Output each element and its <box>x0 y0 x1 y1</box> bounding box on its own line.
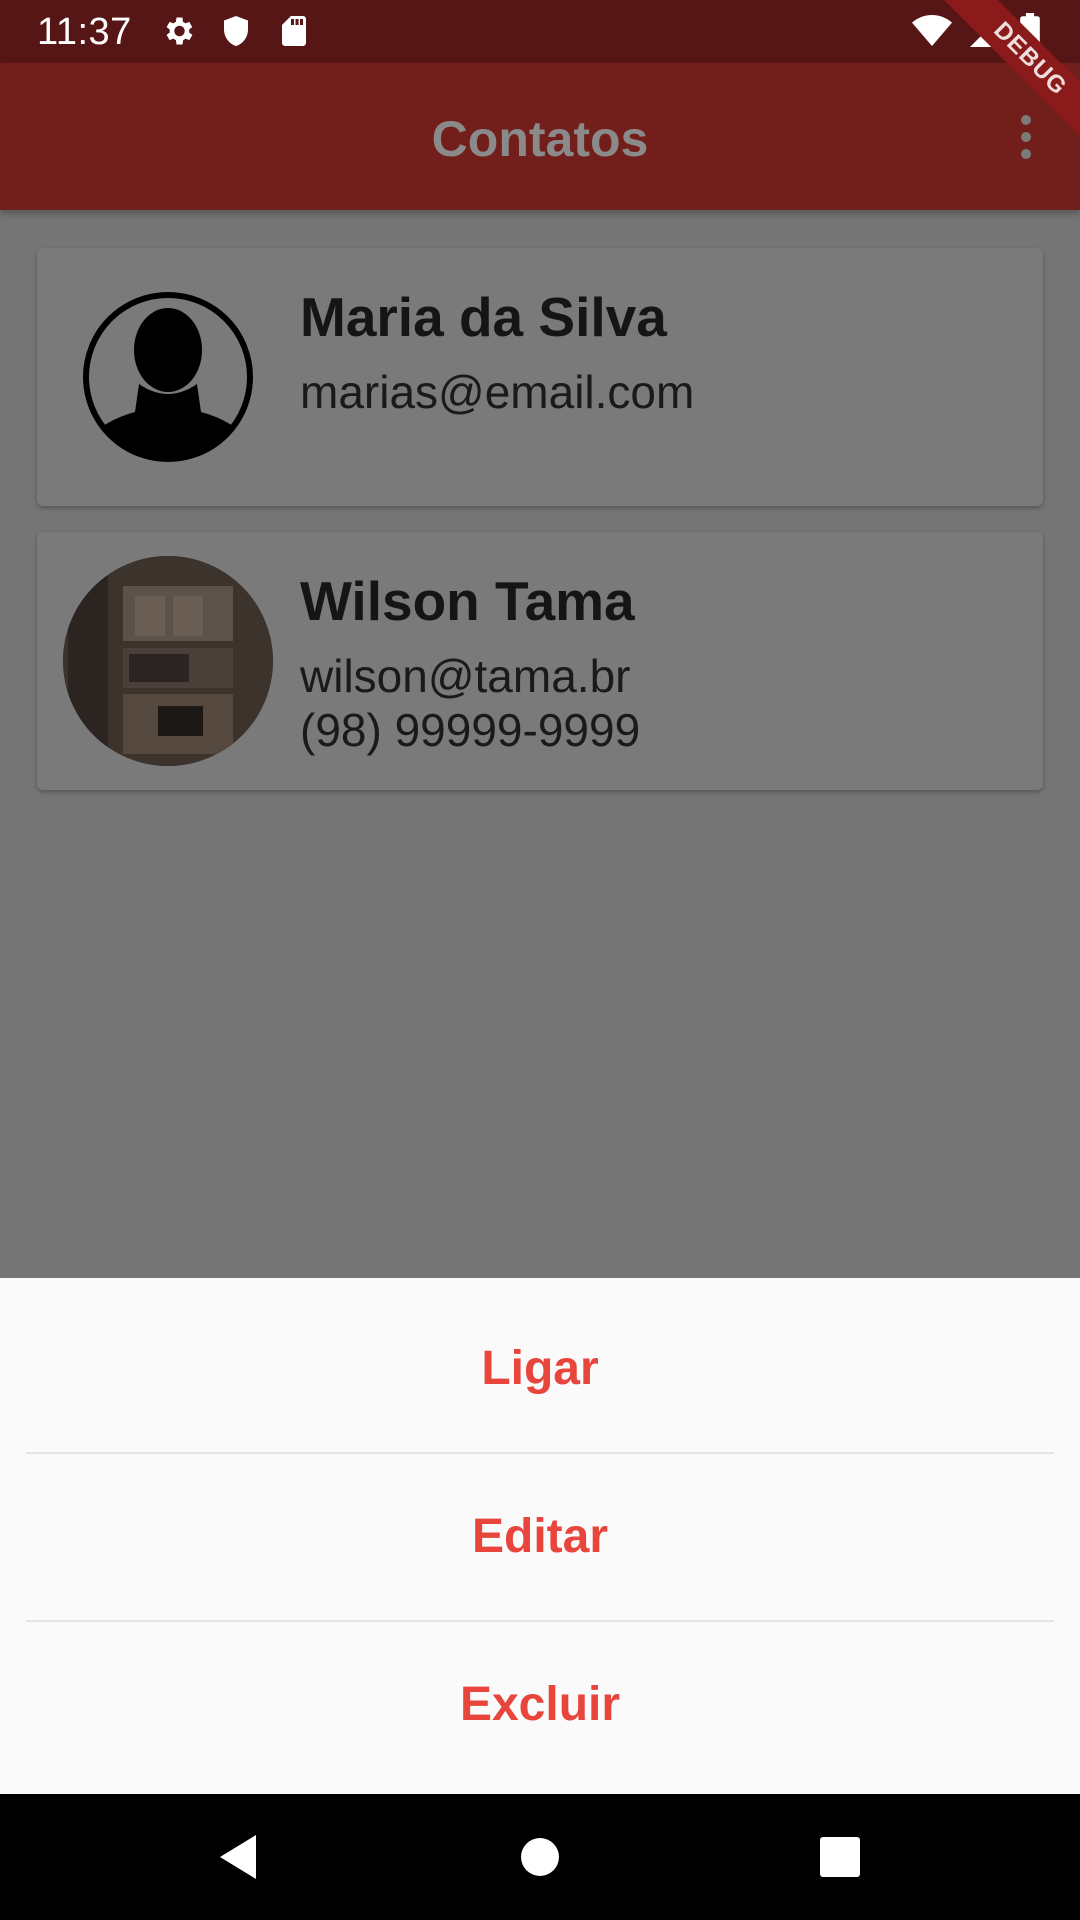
contact-name: Maria da Silva <box>300 286 667 348</box>
call-button-label: Ligar <box>481 1341 599 1395</box>
contact-phone: (98) 99999-9999 <box>300 704 641 756</box>
contact-email: marias@email.com <box>300 366 695 418</box>
recents-icon[interactable] <box>812 1829 868 1885</box>
contact-list: Maria da Silva marias@email.com Wilson T… <box>0 210 1080 1278</box>
status-time: 11:37 <box>37 11 132 53</box>
status-left-icons <box>160 13 312 49</box>
edit-button[interactable]: Editar <box>0 1461 1080 1611</box>
navigation-bar <box>0 1794 1080 1920</box>
app-bar: Contatos <box>0 63 1080 210</box>
divider <box>26 1452 1054 1454</box>
back-icon[interactable] <box>212 1829 268 1885</box>
shield-icon <box>218 13 254 49</box>
delete-button-label: Excluir <box>459 1677 621 1731</box>
debug-banner: DEBUG <box>920 0 1080 160</box>
contact-email: wilson@tama.br <box>300 650 631 702</box>
action-sheet: Ligar Editar Excluir <box>0 1278 1080 1794</box>
sd-card-icon <box>276 13 312 49</box>
contact-card[interactable]: Wilson Tama wilson@tama.br (98) 99999-99… <box>37 532 1043 790</box>
page-title: Contatos <box>431 111 649 167</box>
contact-card[interactable]: Maria da Silva marias@email.com <box>37 248 1043 506</box>
delete-button[interactable]: Excluir <box>0 1629 1080 1779</box>
status-bar: 11:37 <box>0 0 1080 63</box>
debug-banner-label: DEBUG <box>931 0 1080 158</box>
person-silhouette-icon <box>63 272 273 482</box>
contact-photo <box>63 556 273 766</box>
gear-icon <box>160 13 196 49</box>
home-icon[interactable] <box>512 1829 568 1885</box>
call-button[interactable]: Ligar <box>0 1293 1080 1443</box>
contact-name: Wilson Tama <box>300 570 635 632</box>
divider <box>26 1620 1054 1622</box>
edit-button-label: Editar <box>471 1509 609 1563</box>
